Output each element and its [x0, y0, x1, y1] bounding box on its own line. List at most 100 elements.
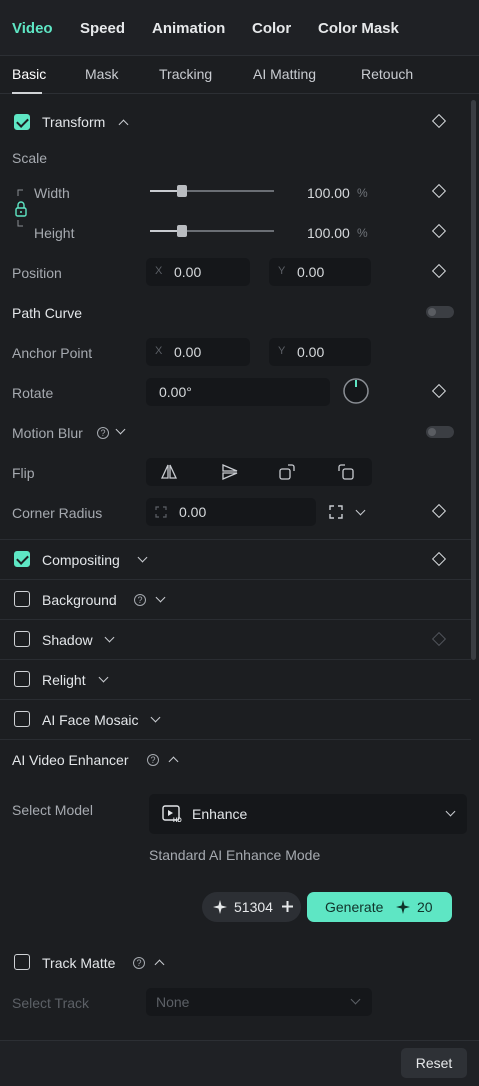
keyframe-diamond-icon[interactable]	[431, 551, 447, 567]
corner-radius-field[interactable]: 0.00	[146, 498, 316, 526]
height-label: Height	[34, 225, 75, 241]
hd-video-icon: HD	[162, 805, 182, 823]
rotate-dial-icon[interactable]	[342, 377, 370, 405]
y-prefix: Y	[278, 345, 286, 357]
select-model-label: Select Model	[12, 802, 93, 818]
model-dropdown[interactable]: HD Enhance	[149, 794, 467, 834]
generate-cost: 20	[417, 899, 433, 915]
divider	[0, 619, 471, 620]
rotate-label: Rotate	[12, 385, 54, 401]
height-unit: %	[357, 226, 368, 240]
corner-icon	[155, 506, 167, 518]
scrollbar[interactable]	[471, 100, 476, 660]
keyframe-diamond-icon[interactable]	[431, 183, 447, 199]
chevron-down-icon[interactable]	[98, 672, 109, 683]
anchor-y-value: 0.00	[297, 344, 325, 360]
transform-title: Transform	[42, 114, 106, 130]
sub-tab-bar: Basic Mask Tracking AI Matting Retouch	[0, 56, 479, 94]
chevron-down-icon[interactable]	[115, 424, 126, 435]
subtab-basic[interactable]: Basic	[12, 66, 46, 82]
x-prefix: X	[155, 265, 163, 277]
plus-icon[interactable]	[281, 900, 294, 913]
track-matte-checkbox[interactable]	[14, 954, 30, 970]
position-y-field[interactable]: Y 0.00	[269, 258, 371, 286]
divider	[0, 699, 471, 700]
background-title: Background	[42, 592, 117, 608]
background-checkbox[interactable]	[14, 591, 30, 607]
keyframe-diamond-icon[interactable]	[431, 263, 447, 279]
credits-count: 51304	[234, 899, 273, 915]
tab-video[interactable]: Video	[12, 20, 53, 37]
help-icon[interactable]: ?	[147, 754, 159, 766]
ai-face-mosaic-checkbox[interactable]	[14, 711, 30, 727]
position-y-value: 0.00	[297, 264, 325, 280]
keyframe-diamond-icon[interactable]	[431, 113, 447, 129]
keyframe-diamond-icon[interactable]	[431, 383, 447, 399]
sparkle-icon	[396, 900, 410, 914]
divider	[0, 539, 471, 540]
chevron-down-icon	[350, 994, 361, 1005]
chevron-down-icon[interactable]	[137, 552, 148, 563]
tab-animation[interactable]: Animation	[152, 20, 225, 37]
rotate-value: 0.00°	[159, 384, 192, 400]
reset-button[interactable]: Reset	[401, 1048, 467, 1078]
subtab-mask[interactable]: Mask	[85, 66, 118, 82]
select-track-label: Select Track	[12, 995, 90, 1011]
chevron-up-icon[interactable]	[154, 959, 165, 970]
chevron-up-icon[interactable]	[168, 756, 179, 767]
flip-horizontal-icon[interactable]	[160, 463, 178, 481]
rotate-right-icon[interactable]	[278, 463, 296, 481]
generate-button[interactable]: Generate 20	[307, 892, 452, 922]
tab-speed[interactable]: Speed	[80, 20, 125, 37]
scale-label: Scale	[12, 150, 48, 166]
chevron-down-icon[interactable]	[355, 505, 366, 516]
corner-mode-icon[interactable]	[328, 504, 344, 520]
keyframe-diamond-icon[interactable]	[431, 503, 447, 519]
position-x-field[interactable]: X 0.00	[146, 258, 250, 286]
ai-video-enhancer-title: AI Video Enhancer	[12, 752, 129, 768]
anchor-y-field[interactable]: Y 0.00	[269, 338, 371, 366]
x-prefix: X	[155, 345, 163, 357]
transform-checkbox[interactable]	[14, 114, 30, 130]
tab-color[interactable]: Color	[252, 20, 291, 37]
anchor-point-label: Anchor Point	[12, 345, 93, 361]
shadow-checkbox[interactable]	[14, 631, 30, 647]
chevron-down-icon	[445, 806, 456, 817]
subtab-ai-matting[interactable]: AI Matting	[253, 66, 316, 82]
credits-pill[interactable]: 51304	[202, 892, 301, 922]
help-icon[interactable]: ?	[133, 957, 145, 969]
path-curve-toggle[interactable]	[426, 306, 454, 318]
height-slider-handle[interactable]	[177, 225, 188, 237]
y-prefix: Y	[278, 265, 286, 277]
tab-color-mask[interactable]: Color Mask	[318, 20, 399, 37]
compositing-title: Compositing	[42, 552, 120, 568]
anchor-x-value: 0.00	[174, 344, 202, 360]
rotate-left-icon[interactable]	[337, 463, 355, 481]
motion-blur-toggle[interactable]	[426, 426, 454, 438]
ai-face-mosaic-title: AI Face Mosaic	[42, 712, 139, 728]
track-matte-title: Track Matte	[42, 955, 116, 971]
corner-radius-value: 0.00	[179, 504, 207, 520]
subtab-retouch[interactable]: Retouch	[361, 66, 413, 82]
sparkle-icon	[213, 900, 227, 914]
width-slider-handle[interactable]	[177, 185, 188, 197]
keyframe-diamond-icon[interactable]	[431, 223, 447, 239]
height-value[interactable]: 100.00	[307, 225, 350, 241]
width-value[interactable]: 100.00	[307, 185, 350, 201]
subtab-tracking[interactable]: Tracking	[159, 66, 212, 82]
width-unit: %	[357, 186, 368, 200]
select-track-dropdown[interactable]: None	[146, 988, 372, 1016]
anchor-x-field[interactable]: X 0.00	[146, 338, 250, 366]
flip-vertical-icon[interactable]	[221, 463, 239, 481]
help-icon[interactable]: ?	[97, 427, 109, 439]
rotate-field[interactable]: 0.00°	[146, 378, 330, 406]
relight-checkbox[interactable]	[14, 671, 30, 687]
chevron-up-icon[interactable]	[118, 119, 129, 130]
chevron-down-icon[interactable]	[150, 712, 161, 723]
lock-link-icon[interactable]	[14, 186, 28, 232]
chevron-down-icon[interactable]	[155, 592, 166, 603]
chevron-down-icon[interactable]	[104, 632, 115, 643]
help-icon[interactable]: ?	[134, 594, 146, 606]
divider	[0, 739, 471, 740]
compositing-checkbox[interactable]	[14, 551, 30, 567]
